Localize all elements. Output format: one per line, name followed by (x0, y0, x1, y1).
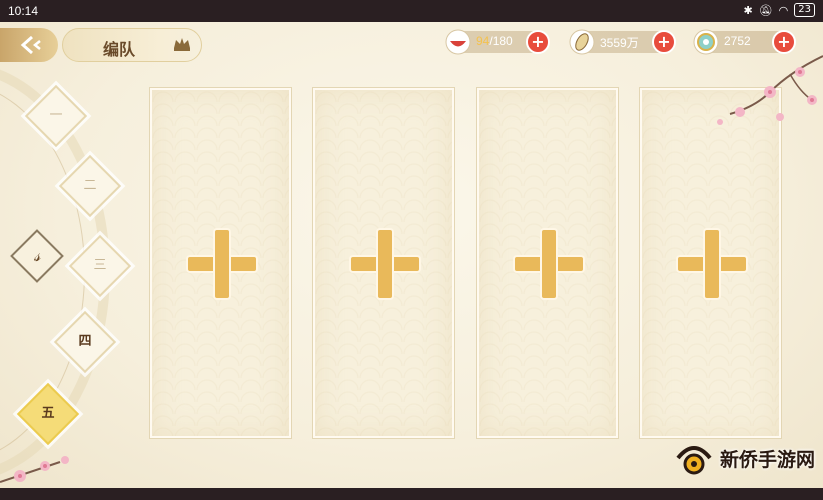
wifi-icon: ◠ (778, 3, 789, 17)
team-slot-3[interactable] (477, 88, 618, 438)
mute-icon: 🔕︎ (758, 3, 773, 17)
battery-icon: 23 (794, 3, 815, 17)
navigation-bar (0, 488, 823, 500)
page-title: 编队 (103, 40, 136, 59)
watermark: 新侨手游网 (674, 440, 815, 476)
team-slot-1[interactable] (150, 88, 291, 438)
clock: 10:14 (8, 4, 39, 18)
currency-value: 3559万 (600, 36, 639, 50)
back-arrow-icon (20, 35, 41, 55)
add-member-icon (678, 230, 746, 298)
add-member-icon (351, 230, 419, 298)
bowl-icon (445, 29, 471, 55)
watermark-logo-icon (676, 446, 712, 475)
bluetooth-icon: ✱ (743, 3, 753, 17)
add-member-icon (515, 230, 583, 298)
add-stamina-button[interactable]: + (526, 30, 550, 54)
crown-icon[interactable] (172, 36, 192, 52)
back-button[interactable] (0, 28, 58, 62)
add-jade-button[interactable]: + (772, 30, 796, 54)
add-currency-button[interactable]: + (652, 30, 676, 54)
stamina-value: 94/180 (476, 34, 513, 48)
status-bar: 10:14 ✱ 🔕︎ ◠ 23 (0, 0, 823, 22)
status-icons: ✱ 🔕︎ ◠ 23 (743, 3, 815, 17)
team-slot-2[interactable] (313, 88, 454, 438)
game-screen: 编队 94/180 + 3559万 + 2752 + 一 二 𝓈 三 四 五 新… (0, 22, 823, 488)
resource-jade: 2752 + (693, 29, 796, 55)
watermark-text: 新侨手游网 (719, 448, 815, 471)
resource-stamina: 94/180 + (445, 29, 550, 55)
resource-currency: 3559万 + (569, 29, 676, 55)
add-member-icon (188, 230, 256, 298)
cherry-blossom-decoration-bottom (0, 456, 69, 483)
cherry-blossom-decoration (717, 55, 823, 125)
coin-icon (569, 29, 595, 55)
jade-value: 2752 (724, 34, 751, 48)
